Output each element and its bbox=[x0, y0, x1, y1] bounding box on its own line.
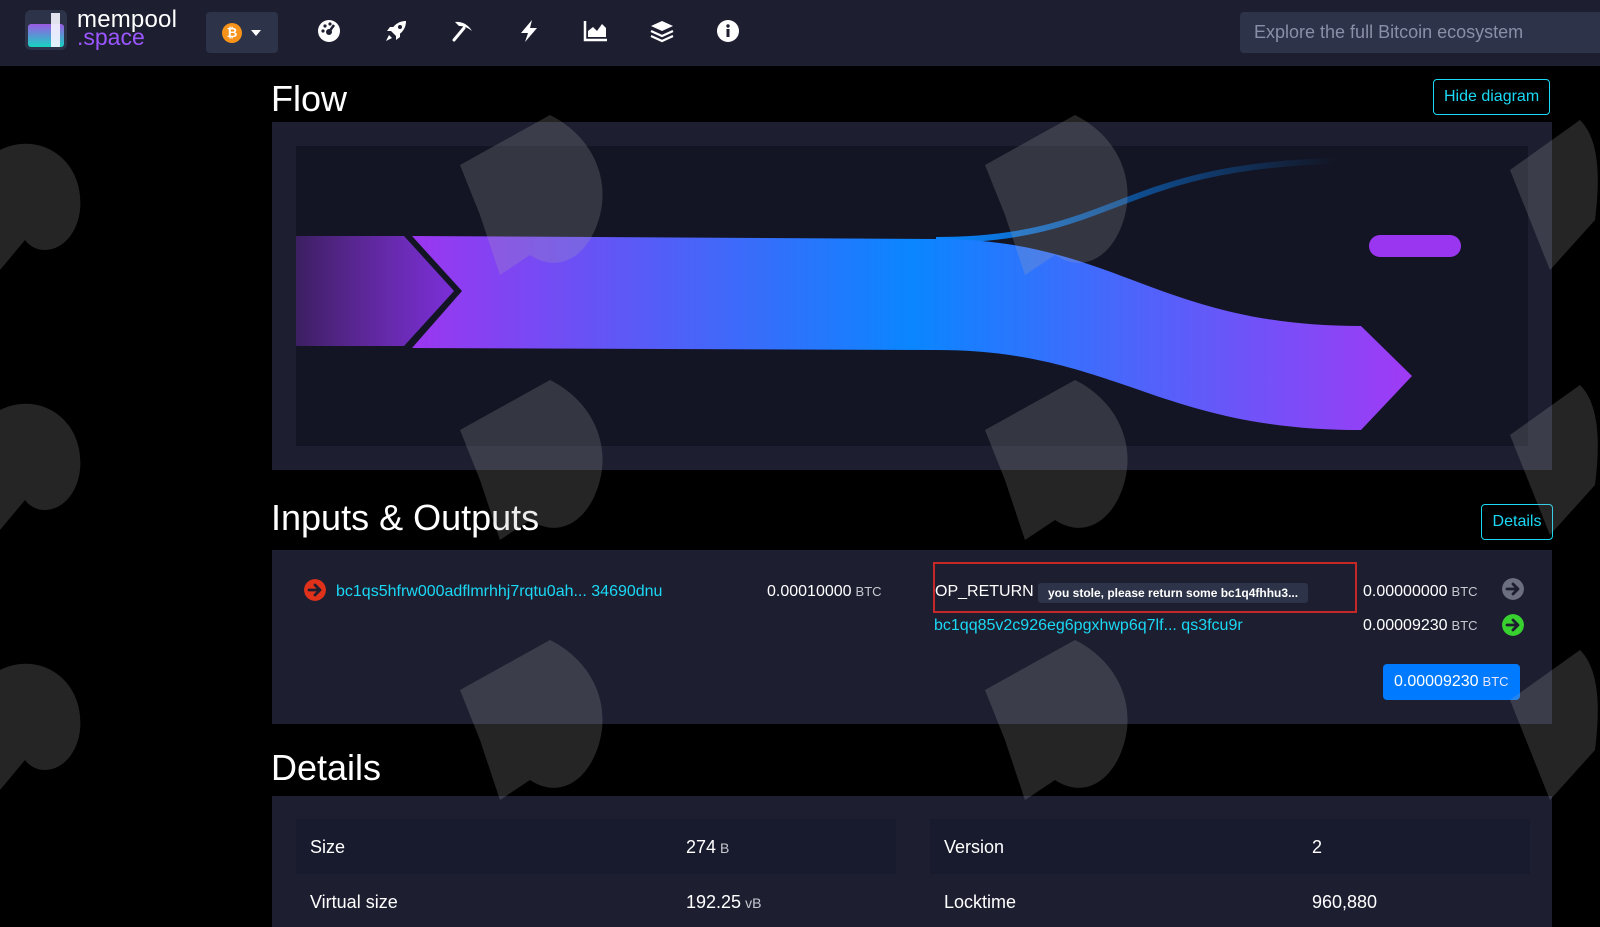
op-return-amount-unit: BTC bbox=[1451, 584, 1478, 599]
output-amount: 0.00009230 BTC bbox=[1363, 617, 1478, 635]
detail-row-locktime: Locktime 960,880 bbox=[930, 874, 1530, 927]
input-address-link[interactable]: bc1qs5hfrw000adflmrhhj7rqtu0ah... 34690d… bbox=[336, 583, 662, 601]
watermark-logo bbox=[0, 143, 81, 270]
detail-value: 960,880 bbox=[1312, 892, 1378, 912]
op-return-output-marker bbox=[1369, 235, 1461, 257]
total-amount-unit: BTC bbox=[1482, 674, 1509, 689]
mempool-logo[interactable] bbox=[25, 10, 67, 50]
detail-value: 2 bbox=[1312, 837, 1323, 857]
caret-down-icon bbox=[251, 30, 261, 36]
flow-diagram-area bbox=[296, 146, 1528, 446]
op-return-flow-line bbox=[935, 158, 1337, 243]
input-amount-unit: BTC bbox=[855, 584, 882, 599]
lightning-icon[interactable] bbox=[512, 14, 546, 48]
op-return-amount: 0.00000000 BTC bbox=[1363, 583, 1478, 601]
detail-key: Locktime bbox=[944, 892, 1017, 912]
detail-value: 192.25 vB bbox=[686, 892, 761, 913]
top-navbar: mempool .space ₿ bbox=[0, 0, 1600, 66]
detail-value-unit: vB bbox=[745, 895, 762, 911]
details-toggle-button[interactable]: Details bbox=[1481, 504, 1553, 540]
spent-arrow-icon[interactable] bbox=[1502, 578, 1524, 600]
op-return-amount-value: 0.00000000 bbox=[1363, 583, 1448, 600]
pickaxe-icon[interactable] bbox=[446, 14, 480, 48]
detail-value-number: 274 bbox=[686, 837, 717, 857]
unspent-arrow-icon[interactable] bbox=[1502, 614, 1524, 636]
output-flow-band bbox=[412, 236, 1412, 430]
output-amount-unit: BTC bbox=[1451, 618, 1478, 633]
flow-diagram bbox=[296, 158, 1461, 430]
flow-title: Flow bbox=[271, 78, 348, 119]
chart-icon[interactable] bbox=[579, 14, 613, 48]
output-address-link[interactable]: bc1qq85v2c926eg6pgxhwp6q7lf... qs3fcu9r bbox=[934, 617, 1243, 635]
total-amount-badge: 0.00009230 BTC bbox=[1383, 664, 1520, 700]
bitcoin-icon: ₿ bbox=[222, 23, 242, 43]
op-return-message: you stole, please return some bc1q4fhhu3… bbox=[1038, 583, 1309, 603]
detail-key: Version bbox=[944, 837, 1005, 857]
inputs-outputs-panel bbox=[272, 550, 1552, 724]
detail-row-size: Size 274 B bbox=[296, 819, 896, 874]
dashboard-icon[interactable] bbox=[312, 14, 346, 48]
detail-value-unit: B bbox=[720, 840, 730, 856]
detail-key: Size bbox=[310, 837, 346, 857]
details-title: Details bbox=[271, 747, 382, 788]
detail-row-virtual-size: Virtual size 192.25 vB bbox=[296, 874, 896, 927]
layers-icon[interactable] bbox=[645, 14, 679, 48]
watermark-logo bbox=[0, 403, 81, 530]
output-amount-value: 0.00009230 bbox=[1363, 617, 1448, 634]
op-return-label: OP_RETURN bbox=[935, 583, 1034, 600]
info-icon[interactable] bbox=[711, 14, 745, 48]
hide-diagram-button[interactable]: Hide diagram bbox=[1433, 79, 1551, 115]
network-selector-button[interactable]: ₿ bbox=[206, 12, 278, 53]
detail-key: Virtual size bbox=[310, 892, 398, 912]
detail-value: 274 B bbox=[686, 837, 729, 858]
detail-value-number: 192.25 bbox=[686, 892, 742, 912]
watermark-logo bbox=[0, 663, 81, 790]
total-amount-value: 0.00009230 bbox=[1394, 673, 1479, 690]
detail-row-version: Version 2 bbox=[930, 819, 1530, 874]
rocket-icon[interactable] bbox=[379, 14, 413, 48]
brand-name[interactable]: mempool .space bbox=[77, 8, 177, 49]
inputs-outputs-title: Inputs & Outputs bbox=[271, 497, 540, 538]
search-input[interactable] bbox=[1240, 12, 1600, 53]
input-amount-value: 0.00010000 bbox=[767, 583, 852, 600]
input-amount: 0.00010000 BTC bbox=[767, 583, 882, 601]
input-arrow-icon[interactable] bbox=[304, 579, 326, 601]
flow-panel bbox=[272, 122, 1552, 470]
